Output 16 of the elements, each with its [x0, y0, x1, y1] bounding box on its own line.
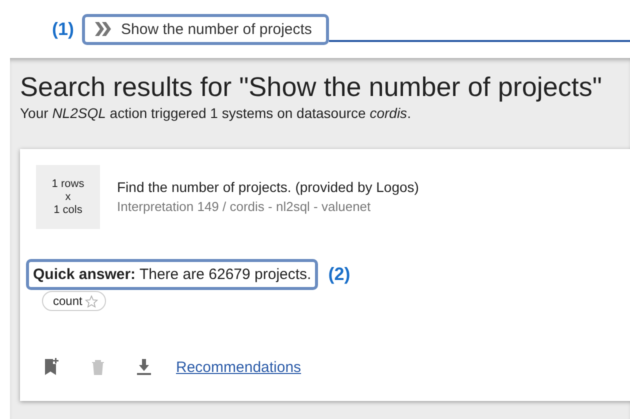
annotation-label: (2): [328, 264, 350, 285]
recommendations-link[interactable]: Recommendations: [176, 358, 302, 376]
times-sign: x: [65, 190, 71, 204]
results-title: Search results for "Show the number of projects": [20, 72, 603, 103]
star-icon[interactable]: [85, 294, 98, 308]
tag-chip[interactable]: count: [42, 291, 106, 311]
download-icon[interactable]: [134, 357, 154, 377]
annotation-label: (1): [52, 18, 74, 40]
result-meta: Interpretation 149 / cordis - nl2sql - valuenet: [117, 199, 372, 214]
query-field[interactable]: Show the number of projects: [82, 14, 329, 44]
result-heading: Find the number of projects. (provided by Logos): [117, 179, 419, 195]
cols-count: 1 cols: [54, 204, 82, 216]
quick-answer: Quick answer: There are 62679 projects.: [26, 259, 318, 290]
chevrons-icon: [95, 22, 111, 36]
results-subtitle: Your NL2SQL action triggered 1 systems on datasource cordis.: [20, 105, 412, 121]
rows-count: 1 rows: [52, 178, 84, 190]
